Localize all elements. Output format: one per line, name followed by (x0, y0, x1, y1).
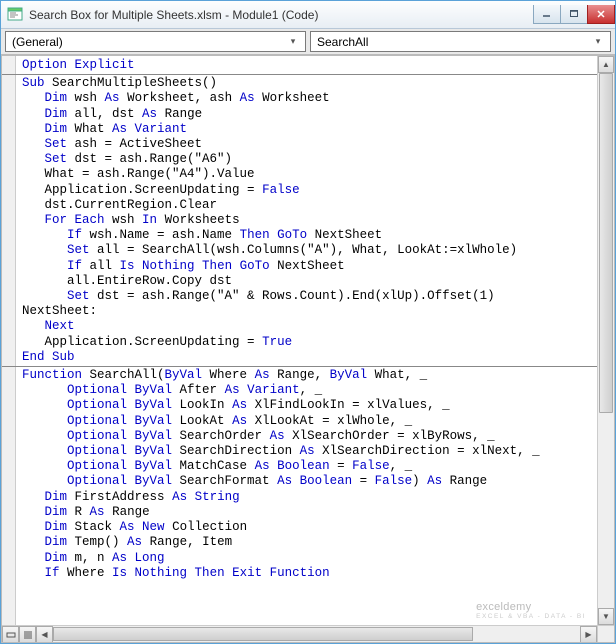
code-line[interactable]: Optional ByVal MatchCase As Boolean = Fa… (22, 459, 597, 474)
maximize-button[interactable] (560, 5, 588, 24)
code-line[interactable]: Dim Temp() As Range, Item (22, 535, 597, 550)
procedure-dropdown-value: SearchAll (317, 35, 590, 49)
scroll-down-button[interactable]: ▼ (598, 608, 614, 625)
vbe-window: Search Box for Multiple Sheets.xlsm - Mo… (0, 0, 616, 644)
vertical-scrollbar[interactable]: ▲ ▼ (597, 56, 614, 625)
code-line[interactable]: Optional ByVal SearchOrder As XlSearchOr… (22, 429, 597, 444)
code-line[interactable]: Optional ByVal LookIn As XlFindLookIn = … (22, 398, 597, 413)
chevron-down-icon: ▾ (590, 32, 606, 51)
code-line[interactable]: For Each wsh In Worksheets (22, 213, 597, 228)
procedure-view-button[interactable] (2, 626, 19, 643)
code-line[interactable]: If Where Is Nothing Then Exit Function (22, 566, 597, 581)
code-line[interactable]: Dim m, n As Long (22, 551, 597, 566)
code-line[interactable]: Set dst = ash.Range("A" & Rows.Count).En… (22, 289, 597, 304)
titlebar[interactable]: Search Box for Multiple Sheets.xlsm - Mo… (1, 1, 615, 29)
horizontal-scrollbar[interactable]: ◀ ▶ (2, 625, 597, 642)
code-line[interactable]: Set ash = ActiveSheet (22, 137, 597, 152)
code-line[interactable]: Dim R As Range (22, 505, 597, 520)
code-line[interactable]: Dim What As Variant (22, 122, 597, 137)
code-line[interactable]: Sub SearchMultipleSheets() (22, 76, 597, 91)
code-line[interactable]: Optional ByVal After As Variant, _ (22, 383, 597, 398)
code-line[interactable]: dst.CurrentRegion.Clear (22, 198, 597, 213)
code-line[interactable]: Dim Stack As New Collection (22, 520, 597, 535)
chevron-down-icon: ▾ (285, 32, 301, 51)
minimize-button[interactable] (533, 5, 561, 24)
vertical-scroll-thumb[interactable] (599, 73, 613, 413)
code-line[interactable]: NextSheet: (22, 304, 597, 319)
code-line[interactable]: If all Is Nothing Then GoTo NextSheet (22, 259, 597, 274)
scroll-right-button[interactable]: ▶ (580, 626, 597, 643)
code-line[interactable]: Option Explicit (22, 58, 597, 73)
code-line[interactable]: Optional ByVal LookAt As XlLookAt = xlWh… (22, 414, 597, 429)
close-button[interactable] (587, 5, 615, 24)
code-line[interactable]: Next (22, 319, 597, 334)
procedure-dropdown[interactable]: SearchAll ▾ (310, 31, 611, 52)
code-line[interactable]: Dim wsh As Worksheet, ash As Worksheet (22, 91, 597, 106)
code-pane: Option Explicit Sub SearchMultipleSheets(… (1, 55, 615, 643)
code-editor[interactable]: Option Explicit Sub SearchMultipleSheets(… (2, 56, 597, 581)
code-line[interactable]: Set all = SearchAll(wsh.Columns("A"), Wh… (22, 243, 597, 258)
scroll-corner (597, 625, 614, 642)
code-line[interactable]: Function SearchAll(ByVal Where As Range,… (22, 368, 597, 383)
code-line[interactable]: Dim all, dst As Range (22, 107, 597, 122)
full-module-view-button[interactable] (19, 626, 36, 643)
code-line[interactable]: Optional ByVal SearchDirection As XlSear… (22, 444, 597, 459)
code-nav-bar: (General) ▾ SearchAll ▾ (1, 29, 615, 55)
code-line[interactable]: If wsh.Name = ash.Name Then GoTo NextShe… (22, 228, 597, 243)
code-line[interactable]: Application.ScreenUpdating = True (22, 335, 597, 350)
scroll-up-button[interactable]: ▲ (598, 56, 614, 73)
code-line[interactable]: Application.ScreenUpdating = False (22, 183, 597, 198)
horizontal-scroll-track[interactable] (53, 626, 580, 642)
code-line[interactable]: Dim FirstAddress As String (22, 490, 597, 505)
code-line[interactable]: Optional ByVal SearchFormat As Boolean =… (22, 474, 597, 489)
horizontal-scroll-thumb[interactable] (53, 627, 473, 641)
window-title: Search Box for Multiple Sheets.xlsm - Mo… (29, 8, 534, 22)
scroll-left-button[interactable]: ◀ (36, 626, 53, 643)
module-icon (7, 7, 23, 23)
code-line[interactable]: What = ash.Range("A4").Value (22, 167, 597, 182)
code-line[interactable]: Set dst = ash.Range("A6") (22, 152, 597, 167)
object-dropdown-value: (General) (12, 35, 285, 49)
code-line[interactable]: all.EntireRow.Copy dst (22, 274, 597, 289)
object-dropdown[interactable]: (General) ▾ (5, 31, 306, 52)
code-line[interactable]: End Sub (22, 350, 597, 365)
